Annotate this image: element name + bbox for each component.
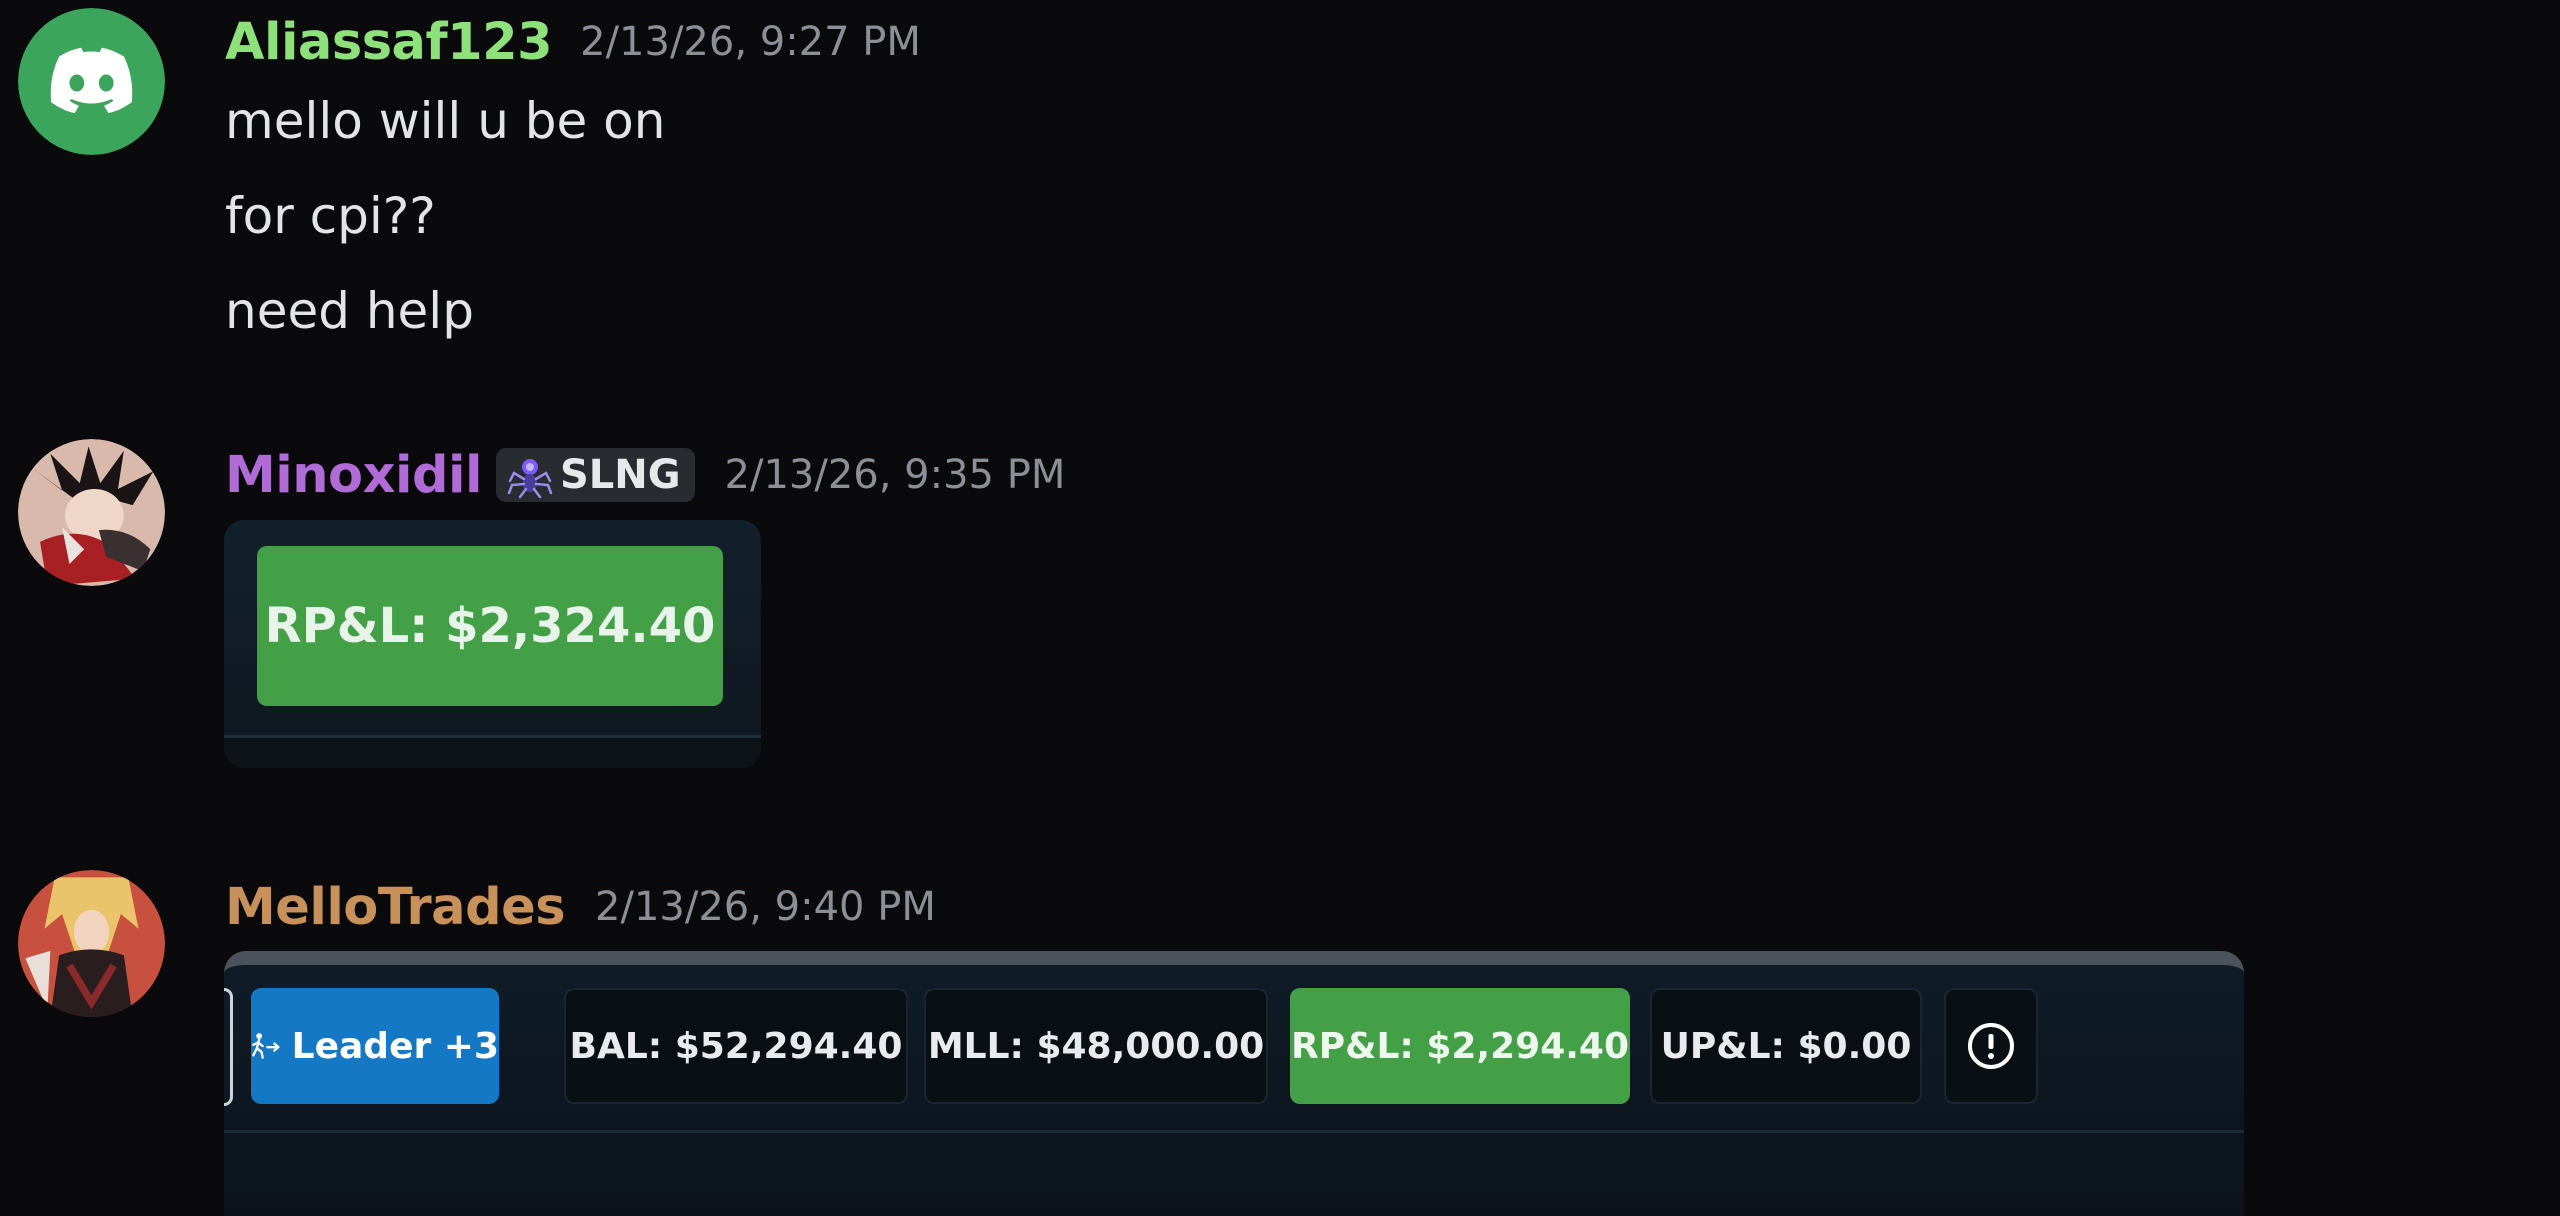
message-header: Aliassaf123 2/13/26, 9:27 PM <box>225 12 921 72</box>
message-header: MelloTrades 2/13/26, 9:40 PM <box>225 877 936 937</box>
upl-pill: UP&L: $0.00 <box>1650 988 1922 1104</box>
discord-icon <box>18 8 165 155</box>
image-attachment[interactable]: RP&L: $2,324.40 <box>224 520 761 768</box>
mll-pill: MLL: $48,000.00 <box>924 988 1268 1104</box>
toolbar-divider <box>224 1130 2244 1133</box>
leader-label: Leader +3 <box>291 1025 499 1067</box>
username[interactable]: Minoxidil <box>225 446 482 505</box>
image-attachment[interactable]: Leader +3 BAL: $52,294.40 MLL: $48,000.0… <box>224 951 2244 1216</box>
message-header: Minoxidil SLNG 2/13/26, 9:35 PM <box>225 445 1065 505</box>
timestamp: 2/13/26, 9:40 PM <box>595 884 936 930</box>
message-text: mello will u be on <box>225 92 666 150</box>
rpl-pill: RP&L: $2,324.40 <box>257 546 723 706</box>
balance-pill: BAL: $52,294.40 <box>564 988 908 1104</box>
alert-button <box>1944 988 2038 1104</box>
rpl-pill: RP&L: $2,294.40 <box>1290 988 1630 1104</box>
avatar[interactable] <box>18 8 165 155</box>
spider-icon <box>507 459 553 499</box>
username[interactable]: Aliassaf123 <box>225 13 553 72</box>
toolbar-edge <box>224 988 233 1106</box>
leader-button: Leader +3 <box>251 988 499 1104</box>
avatar[interactable] <box>18 439 165 586</box>
username[interactable]: MelloTrades <box>225 878 566 937</box>
timestamp: 2/13/26, 9:35 PM <box>724 452 1066 498</box>
timestamp: 2/13/26, 9:27 PM <box>580 19 921 65</box>
message-text: need help <box>225 282 474 340</box>
attachment-strip <box>224 735 761 768</box>
message-text: for cpi?? <box>225 187 436 245</box>
walking-person-icon <box>252 1033 280 1059</box>
server-tag[interactable]: SLNG <box>495 448 695 502</box>
tag-label: SLNG <box>559 452 681 498</box>
alert-circle-icon <box>1968 1023 2014 1069</box>
chat-view: Aliassaf123 2/13/26, 9:27 PM mello will … <box>0 0 2560 1216</box>
avatar[interactable] <box>18 870 165 1017</box>
